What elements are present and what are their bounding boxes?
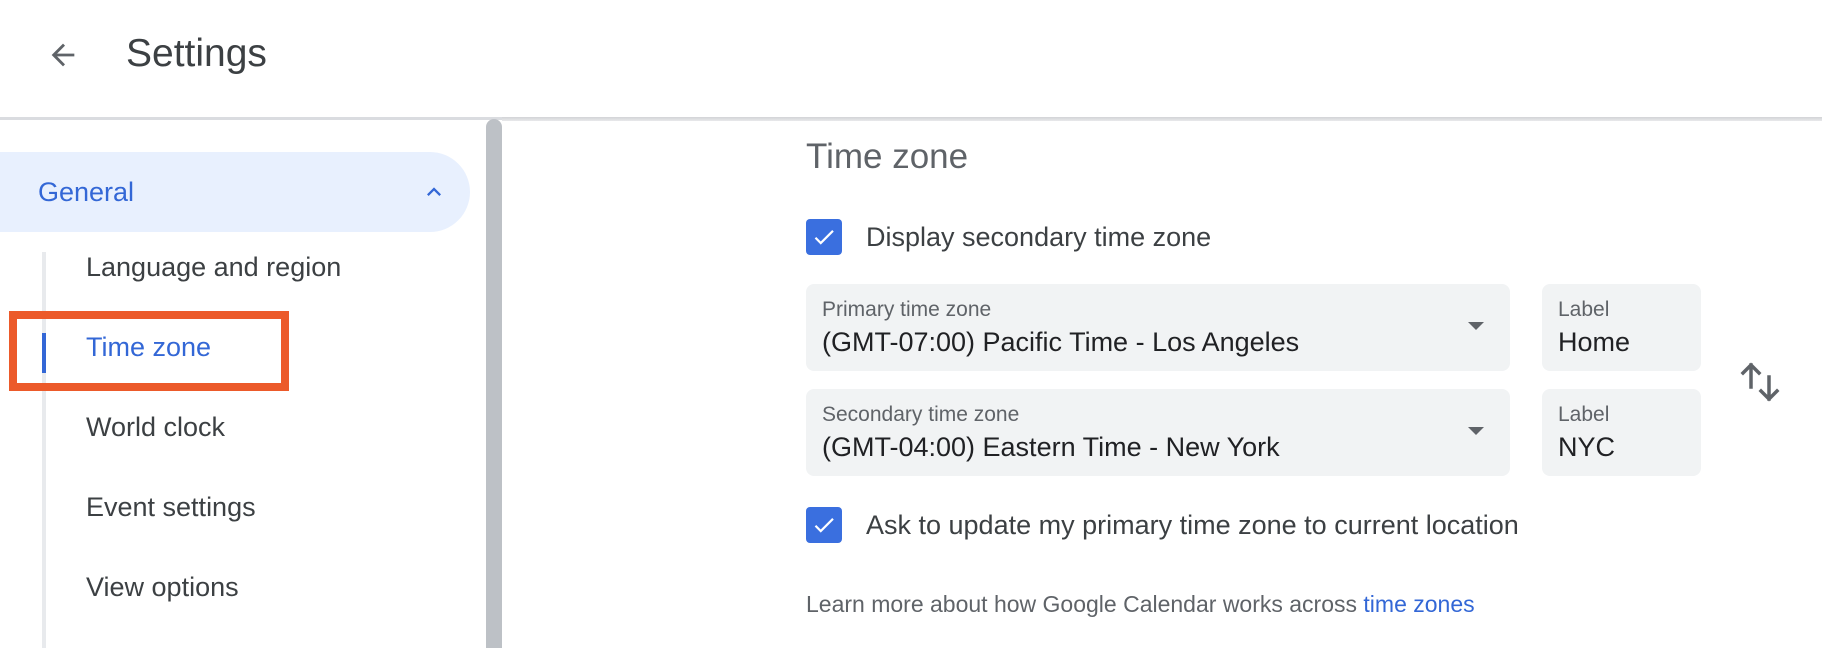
chevron-up-icon[interactable]	[420, 178, 448, 206]
sidebar-item-event-settings[interactable]: Event settings	[86, 492, 256, 523]
checkmark-icon	[814, 518, 834, 533]
secondary-label-caption: Label	[1558, 403, 1610, 426]
ask-update-checkbox[interactable]	[806, 507, 842, 543]
swap-time-zones-button[interactable]	[1738, 355, 1782, 403]
content-top-shadow	[502, 117, 1822, 121]
learn-more-text: Learn more about how Google Calendar wor…	[806, 591, 1475, 618]
sidebar-item-language-and-region[interactable]: Language and region	[86, 252, 341, 283]
sidebar-scrollbar[interactable]	[486, 119, 502, 648]
secondary-time-zone-value: (GMT-04:00) Eastern Time - New York	[822, 432, 1280, 462]
display-secondary-checkbox[interactable]	[806, 219, 842, 255]
secondary-time-zone-caption: Secondary time zone	[822, 403, 1020, 426]
ask-update-label: Ask to update my primary time zone to cu…	[866, 509, 1519, 540]
back-button[interactable]	[38, 30, 88, 80]
primary-time-zone-select[interactable]: Primary time zone (GMT-07:00) Pacific Ti…	[806, 284, 1510, 371]
secondary-label-value: NYC	[1558, 432, 1616, 462]
sidebar-item-view-options[interactable]: View options	[86, 572, 239, 603]
sidebar-item-world-clock[interactable]: World clock	[86, 412, 225, 443]
checkmark-icon	[814, 230, 834, 245]
section-title: Time zone	[806, 137, 969, 176]
ask-update-checkbox-row[interactable]: Ask to update my primary time zone to cu…	[806, 507, 1519, 543]
sidebar: General Language and region Time zone Wo…	[0, 121, 486, 648]
dropdown-arrow-icon	[1468, 322, 1484, 330]
sidebar-section-label: General	[38, 176, 135, 207]
page-title: Settings	[126, 32, 267, 75]
primary-label-input[interactable]: Label Home	[1542, 284, 1701, 371]
secondary-label-input[interactable]: Label NYC	[1542, 389, 1701, 476]
swap-vert-icon	[1740, 362, 1780, 402]
highlight-annotation-box	[9, 311, 289, 391]
sidebar-section-general[interactable]: General	[0, 152, 470, 232]
time-zones-link[interactable]: time zones	[1363, 591, 1474, 617]
display-secondary-label: Display secondary time zone	[866, 221, 1212, 252]
dropdown-arrow-icon	[1468, 427, 1484, 435]
learn-more-prefix: Learn more about how Google Calendar wor…	[806, 591, 1364, 617]
header: Settings	[0, 0, 1822, 119]
primary-label-value: Home	[1558, 327, 1631, 357]
secondary-time-zone-select[interactable]: Secondary time zone (GMT-04:00) Eastern …	[806, 389, 1510, 476]
arrow-back-icon	[51, 43, 75, 67]
display-secondary-checkbox-row[interactable]: Display secondary time zone	[806, 219, 1211, 255]
primary-label-caption: Label	[1558, 298, 1610, 321]
primary-time-zone-value: (GMT-07:00) Pacific Time - Los Angeles	[822, 327, 1300, 357]
primary-time-zone-caption: Primary time zone	[822, 298, 992, 321]
